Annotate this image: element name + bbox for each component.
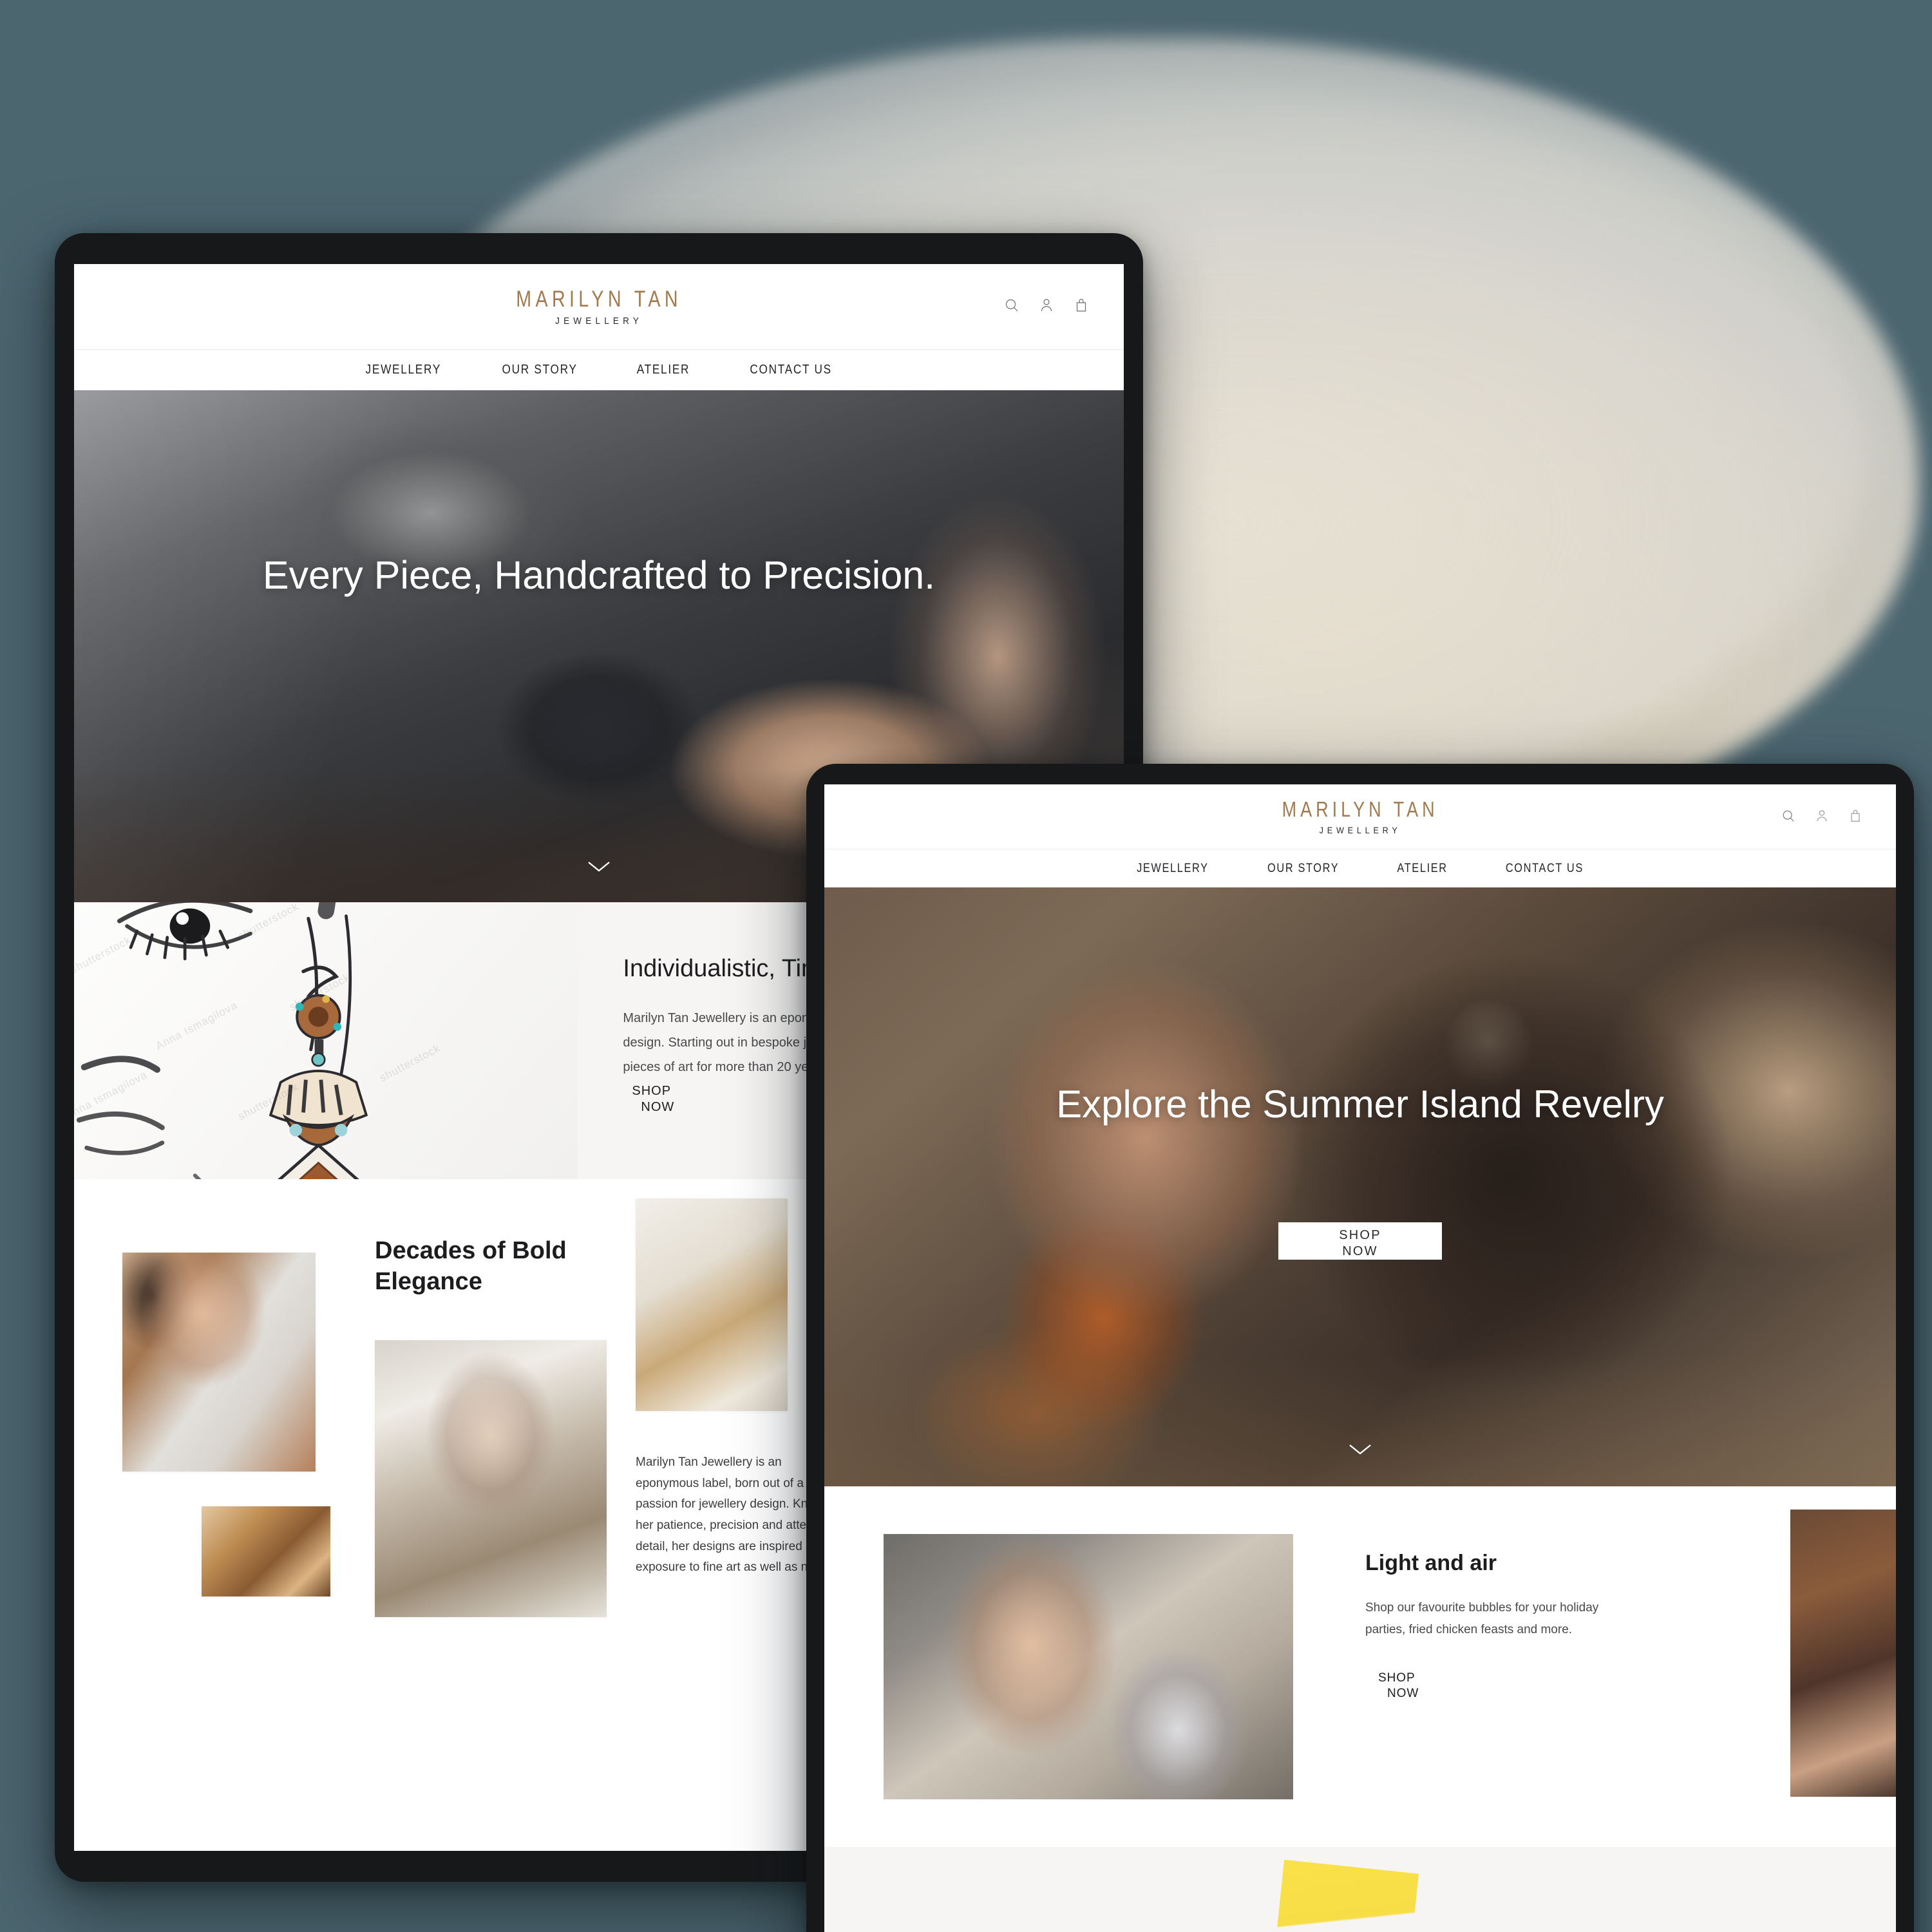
gallery-image-gem-tray[interactable] xyxy=(202,1506,330,1596)
shopping-bag-icon[interactable] xyxy=(1074,298,1089,313)
gallery-title: Decades of Bold Elegance xyxy=(375,1237,567,1295)
bottom-feature-section xyxy=(824,1847,1896,1932)
brand-name: MARILYN TAN xyxy=(1282,797,1439,821)
light-and-air-shop-now-link[interactable]: SHOP NOW xyxy=(1378,1671,1419,1701)
site-nav-secondary: JEWELLERY OUR STORY ATELIER CONTACT US xyxy=(824,849,1896,887)
site-header: MARILYN TAN JEWELLERY xyxy=(74,264,1124,349)
chevron-down-icon[interactable] xyxy=(1346,1441,1374,1461)
device-screen-secondary: MARILYN TAN JEWELLERY JEWELLERY OUR STOR… xyxy=(824,784,1896,1932)
decorative-yellow-card xyxy=(1266,1859,1419,1932)
light-and-air-body: Shop our favourite bubbles for your holi… xyxy=(1365,1601,1599,1636)
hero-headline: Every Piece, Handcrafted to Precision. xyxy=(262,553,936,597)
chevron-down-icon[interactable] xyxy=(585,858,613,878)
light-and-air-section: Light and air Shop our favourite bubbles… xyxy=(824,1486,1896,1847)
light-and-air-title: Light and air xyxy=(1365,1551,1497,1575)
now-label: NOW xyxy=(1387,1686,1419,1700)
nav-item-our-story[interactable]: OUR STORY xyxy=(502,363,578,377)
search-icon[interactable] xyxy=(1781,809,1795,823)
header-utility-icons-secondary xyxy=(1781,809,1862,823)
brand-name: MARILYN TAN xyxy=(516,286,682,312)
search-icon[interactable] xyxy=(1004,298,1019,313)
nav-item-atelier[interactable]: ATELIER xyxy=(1397,862,1447,876)
sketch-illustration: shutterstock shutterstock Anna Ismagilov… xyxy=(74,902,578,1179)
nav-item-our-story[interactable]: OUR STORY xyxy=(1267,862,1339,876)
nav-item-contact-us[interactable]: CONTACT US xyxy=(750,363,832,377)
hero-image-summer-model xyxy=(824,887,1896,1486)
shop-label: SHOP xyxy=(1378,1671,1416,1685)
feature-image-autumn-leaves[interactable] xyxy=(1790,1510,1896,1797)
brand-logo[interactable]: MARILYN TAN JEWELLERY xyxy=(498,288,700,326)
site-header-secondary: MARILYN TAN JEWELLERY xyxy=(824,784,1896,849)
gallery-image-model-stairs[interactable] xyxy=(375,1340,607,1617)
brand-subtitle: JEWELLERY xyxy=(1319,825,1401,835)
hero-headline-secondary: Explore the Summer Island Revelry xyxy=(1056,1083,1664,1126)
device-frame-tablet-secondary: MARILYN TAN JEWELLERY JEWELLERY OUR STOR… xyxy=(806,764,1914,1932)
hero-shop-now-button[interactable]: SHOP NOW xyxy=(1278,1222,1442,1260)
brand-logo-secondary[interactable]: MARILYN TAN JEWELLERY xyxy=(1265,799,1455,835)
gallery-image-necklace[interactable] xyxy=(636,1198,788,1411)
nav-item-atelier[interactable]: ATELIER xyxy=(637,363,690,377)
now-label: NOW xyxy=(1342,1244,1378,1258)
user-icon[interactable] xyxy=(1039,298,1054,313)
hero-banner-secondary: Explore the Summer Island Revelry SHOP N… xyxy=(824,887,1896,1486)
shop-label: SHOP xyxy=(1339,1228,1381,1242)
nav-item-jewellery[interactable]: JEWELLERY xyxy=(365,363,440,377)
shopping-bag-icon[interactable] xyxy=(1848,809,1862,823)
nav-item-contact-us[interactable]: CONTACT US xyxy=(1506,862,1584,876)
site-nav: JEWELLERY OUR STORY ATELIER CONTACT US xyxy=(74,349,1124,390)
feature-image-laughing-model[interactable] xyxy=(884,1534,1293,1799)
nav-item-jewellery[interactable]: JEWELLERY xyxy=(1137,862,1209,876)
gallery-image-model-rings[interactable] xyxy=(122,1253,316,1472)
header-utility-icons xyxy=(1004,298,1089,313)
brand-subtitle: JEWELLERY xyxy=(555,315,643,327)
user-icon[interactable] xyxy=(1815,809,1829,823)
